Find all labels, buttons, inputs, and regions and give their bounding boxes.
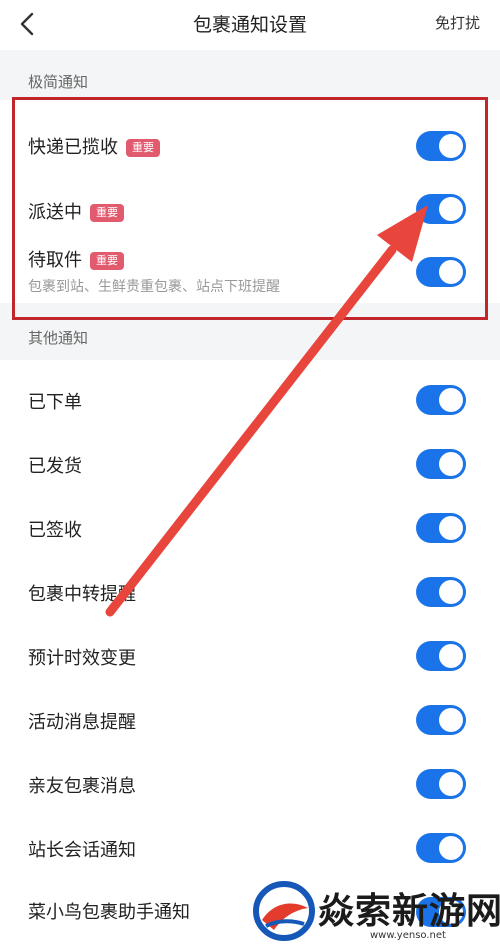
setting-row-activity[interactable]: 活动消息提醒 bbox=[0, 688, 500, 752]
section-label-other: 其他通知 bbox=[28, 329, 89, 347]
setting-label: 预计时效变更 bbox=[28, 648, 136, 669]
setting-label: 活动消息提醒 bbox=[28, 712, 136, 733]
toggle-switch[interactable] bbox=[416, 577, 466, 607]
watermark-url: www.yenso.net bbox=[370, 930, 446, 941]
toggle-switch[interactable] bbox=[416, 131, 466, 161]
important-badge: 重要 bbox=[90, 252, 124, 270]
toggle-knob bbox=[439, 452, 463, 476]
setting-label: 菜小鸟包裹助手通知 bbox=[28, 902, 190, 923]
setting-label: 已签收 bbox=[28, 520, 82, 541]
do-not-disturb-button[interactable]: 免打扰 bbox=[435, 12, 480, 33]
toggle-knob bbox=[439, 644, 463, 668]
setting-label: 待取件 重要 bbox=[28, 246, 124, 272]
minimal-notification-group: 快递已揽收 重要 派送中 重要 待取件 重要 包裹到站、生鲜贵重包裹、站点下班提醒 bbox=[0, 100, 500, 303]
toggle-switch[interactable] bbox=[416, 385, 466, 415]
setting-row-signed[interactable]: 已签收 bbox=[0, 496, 500, 560]
toggle-switch[interactable] bbox=[416, 257, 466, 287]
setting-row-friends[interactable]: 亲友包裹消息 bbox=[0, 752, 500, 816]
toggle-knob bbox=[439, 836, 463, 860]
setting-label: 已下单 bbox=[28, 392, 82, 413]
setting-row-ordered[interactable]: 已下单 bbox=[0, 368, 500, 432]
setting-row-eta-change[interactable]: 预计时效变更 bbox=[0, 624, 500, 688]
toggle-knob bbox=[439, 772, 463, 796]
setting-row-shipped[interactable]: 已发货 bbox=[0, 432, 500, 496]
setting-subtitle: 包裹到站、生鲜贵重包裹、站点下班提醒 bbox=[28, 279, 280, 295]
toggle-knob bbox=[439, 260, 463, 284]
nav-header: 包裹通知设置 免打扰 bbox=[0, 0, 500, 50]
toggle-switch[interactable] bbox=[416, 641, 466, 671]
toggle-switch[interactable] bbox=[416, 769, 466, 799]
setting-row-pickup[interactable]: 待取件 重要 包裹到站、生鲜贵重包裹、站点下班提醒 bbox=[0, 240, 500, 303]
toggle-knob bbox=[439, 197, 463, 221]
important-badge: 重要 bbox=[90, 204, 124, 222]
toggle-knob bbox=[439, 134, 463, 158]
other-notification-group: 已下单 已发货 已签收 包裹中转提醒 预计时效变更 活动消息提醒 亲友包裹消息 … bbox=[0, 360, 500, 945]
setting-row-station-chat[interactable]: 站长会话通知 bbox=[0, 816, 500, 880]
toggle-switch[interactable] bbox=[416, 513, 466, 543]
toggle-knob bbox=[439, 708, 463, 732]
watermark-text: 焱索新游网 bbox=[318, 891, 500, 932]
setting-row-collected[interactable]: 快递已揽收 重要 bbox=[0, 114, 500, 178]
toggle-knob bbox=[439, 388, 463, 412]
section-label-minimal: 极简通知 bbox=[28, 73, 89, 91]
setting-label: 包裹中转提醒 bbox=[28, 584, 136, 605]
toggle-switch[interactable] bbox=[416, 194, 466, 224]
toggle-switch[interactable] bbox=[416, 705, 466, 735]
setting-label: 派送中 重要 bbox=[28, 198, 124, 224]
page-title: 包裹通知设置 bbox=[192, 14, 307, 36]
site-watermark: 焱索新游网 www.yenso.net bbox=[252, 880, 500, 942]
setting-row-transit[interactable]: 包裹中转提醒 bbox=[0, 560, 500, 624]
setting-label: 亲友包裹消息 bbox=[28, 776, 136, 797]
watermark-logo-icon bbox=[253, 881, 315, 941]
toggle-knob bbox=[439, 516, 463, 540]
toggle-switch[interactable] bbox=[416, 833, 466, 863]
setting-label: 快递已揽收 重要 bbox=[28, 133, 160, 159]
setting-label: 已发货 bbox=[28, 456, 82, 477]
important-badge: 重要 bbox=[126, 139, 160, 157]
toggle-switch[interactable] bbox=[416, 449, 466, 479]
toggle-knob bbox=[439, 580, 463, 604]
setting-label: 站长会话通知 bbox=[28, 840, 136, 861]
setting-row-delivering[interactable]: 派送中 重要 bbox=[0, 178, 500, 242]
